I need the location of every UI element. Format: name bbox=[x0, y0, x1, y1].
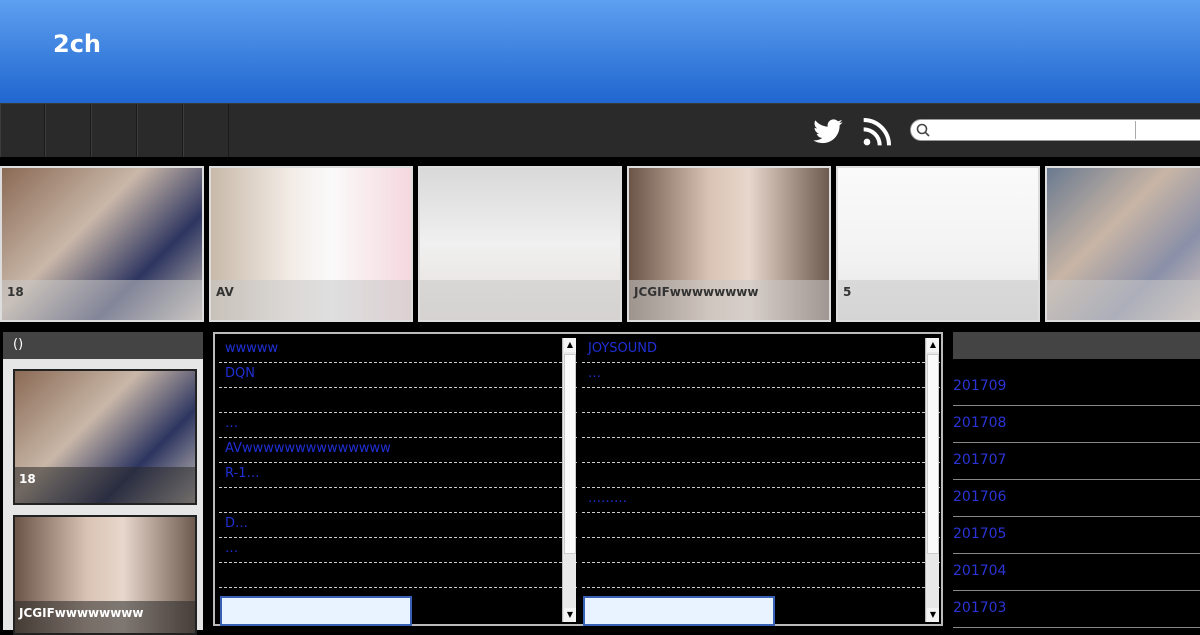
left-sidebar-heading: () bbox=[3, 332, 203, 359]
scroll-down-icon[interactable]: ▼ bbox=[927, 608, 939, 622]
site-title[interactable]: 2ch bbox=[53, 30, 101, 58]
feed-link[interactable] bbox=[582, 538, 940, 563]
archive-heading bbox=[953, 332, 1200, 359]
twitter-icon[interactable] bbox=[811, 116, 845, 148]
scroll-up-icon[interactable]: ▲ bbox=[564, 338, 576, 352]
carousel-caption-bar bbox=[1047, 280, 1200, 320]
feed-link[interactable] bbox=[582, 463, 940, 488]
search-divider bbox=[1135, 121, 1136, 139]
feed-link[interactable]: … bbox=[219, 413, 577, 438]
rss-feed-right: JOYSOUND … ……… bbox=[582, 338, 940, 622]
feed-scrollbar[interactable]: ▲ ▼ bbox=[562, 338, 576, 622]
archive-link[interactable]: 201707 bbox=[953, 443, 1200, 480]
carousel-item[interactable]: AV bbox=[209, 166, 413, 322]
feed-link[interactable]: JOYSOUND bbox=[582, 338, 940, 363]
feed-scrollbar[interactable]: ▲ ▼ bbox=[925, 338, 939, 622]
feed-link[interactable] bbox=[219, 388, 577, 413]
archive-link[interactable]: 201706 bbox=[953, 480, 1200, 517]
nav-item-3[interactable] bbox=[91, 104, 137, 157]
scroll-thumb[interactable] bbox=[564, 354, 576, 554]
feed-link[interactable]: wwwww bbox=[219, 338, 577, 363]
feed-link[interactable] bbox=[582, 388, 940, 413]
sidebar-caption: JCGIFwwwwwwww bbox=[19, 606, 144, 620]
feed-link[interactable]: DQN bbox=[219, 363, 577, 388]
carousel-caption-bar: 5 bbox=[838, 280, 1038, 320]
carousel-caption: JCGIFwwwwwwww bbox=[634, 285, 759, 299]
carousel-item[interactable]: JCGIFwwwwwwww bbox=[627, 166, 831, 322]
rss-feed-left: wwwww DQN … AVwwwwwwwwwwwwww R-1… D… … bbox=[219, 338, 577, 622]
carousel-caption-bar: 18 bbox=[2, 280, 202, 320]
feed-link[interactable]: … bbox=[219, 538, 577, 563]
archive-link[interactable]: 201709 bbox=[953, 369, 1200, 406]
feed-link[interactable]: AVwwwwwwwwwwwwww bbox=[219, 438, 577, 463]
carousel-item[interactable]: 5 bbox=[836, 166, 1040, 322]
nav-item-2[interactable] bbox=[45, 104, 91, 157]
carousel-caption: AV bbox=[216, 285, 234, 299]
feed-link[interactable] bbox=[219, 563, 577, 588]
nav-item-5[interactable] bbox=[183, 104, 229, 157]
carousel-caption-bar bbox=[420, 280, 620, 320]
scroll-thumb[interactable] bbox=[927, 354, 939, 554]
scroll-up-icon[interactable]: ▲ bbox=[927, 338, 939, 352]
feed-link[interactable] bbox=[582, 413, 940, 438]
archive-link[interactable]: 201703 bbox=[953, 591, 1200, 628]
carousel-item[interactable]: 18 bbox=[0, 166, 204, 322]
banner-image[interactable] bbox=[583, 596, 775, 626]
carousel-item[interactable] bbox=[1045, 166, 1200, 322]
feed-link[interactable] bbox=[582, 438, 940, 463]
sidebar-caption: 18 bbox=[19, 472, 36, 486]
search-input[interactable] bbox=[933, 121, 1133, 139]
carousel-caption: 18 bbox=[7, 285, 24, 299]
feed-link[interactable] bbox=[582, 513, 940, 538]
feed-link[interactable]: ……… bbox=[582, 488, 940, 513]
archive-sidebar: 201709 201708 201707 201706 201705 20170… bbox=[953, 332, 1200, 630]
feed-link[interactable]: D… bbox=[219, 513, 577, 538]
feed-link[interactable]: … bbox=[582, 363, 940, 388]
search-box bbox=[910, 119, 1200, 141]
search-icon[interactable] bbox=[915, 122, 931, 138]
nav-item-4[interactable] bbox=[137, 104, 183, 157]
sidebar-article[interactable]: JCGIFwwwwwwww bbox=[13, 515, 197, 635]
carousel-item[interactable] bbox=[418, 166, 622, 322]
feed-link[interactable]: R-1… bbox=[219, 463, 577, 488]
archive-link[interactable]: 201705 bbox=[953, 517, 1200, 554]
banner-image[interactable] bbox=[220, 596, 412, 626]
left-sidebar: () 18 JCGIFwwwwwwww bbox=[3, 332, 203, 635]
rss-icon[interactable] bbox=[860, 116, 894, 148]
rss-feed-panel: wwwww DQN … AVwwwwwwwwwwwwww R-1… D… … ▲… bbox=[213, 332, 943, 626]
site-header: 2ch bbox=[0, 0, 1200, 103]
carousel-caption-bar: AV bbox=[211, 280, 411, 320]
carousel-caption-bar: JCGIFwwwwwwww bbox=[629, 280, 829, 320]
scroll-down-icon[interactable]: ▼ bbox=[564, 608, 576, 622]
featured-carousel: 18 AV JCGIFwwwwwwww 5 bbox=[0, 166, 1200, 322]
archive-link[interactable]: 201708 bbox=[953, 406, 1200, 443]
feed-link[interactable] bbox=[582, 563, 940, 588]
carousel-caption: 5 bbox=[843, 285, 852, 299]
sidebar-caption-bar: 18 bbox=[15, 467, 195, 503]
feed-link[interactable] bbox=[219, 488, 577, 513]
archive-link[interactable]: 201704 bbox=[953, 554, 1200, 591]
nav-item-1[interactable] bbox=[0, 104, 45, 157]
sidebar-article[interactable]: 18 bbox=[13, 369, 197, 505]
